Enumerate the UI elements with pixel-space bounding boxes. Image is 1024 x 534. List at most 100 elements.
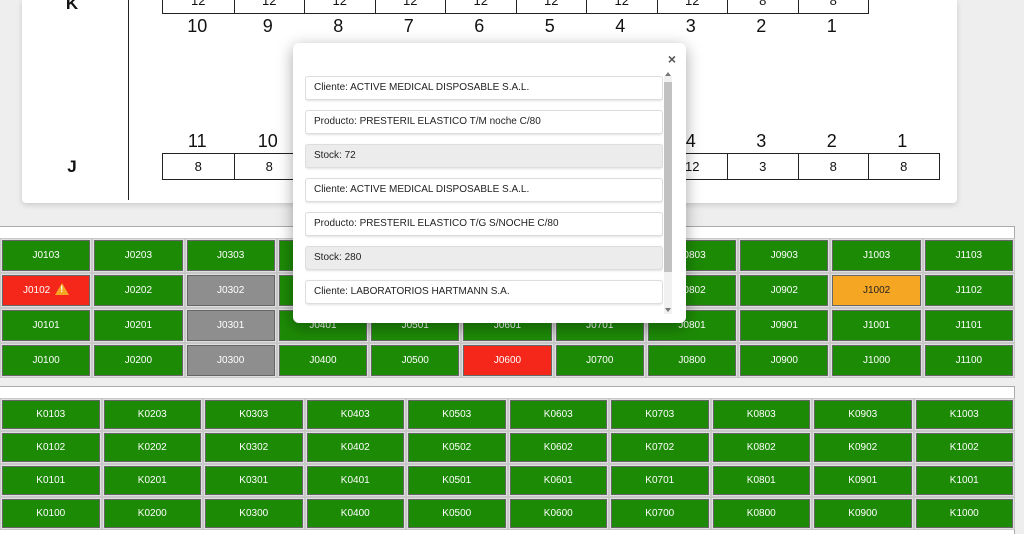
location-cell[interactable]: K0202 xyxy=(102,432,202,463)
location-cell[interactable]: K0401 xyxy=(305,465,405,496)
location-cell[interactable]: K0103 xyxy=(1,399,101,430)
location-cell[interactable]: K0603 xyxy=(508,399,608,430)
location-cell[interactable]: J1103 xyxy=(923,239,1014,272)
location-code: J0101 xyxy=(32,320,60,331)
location-cell[interactable]: J0101 xyxy=(1,309,92,342)
location-code: J0201 xyxy=(124,320,153,331)
location-cell[interactable]: K0601 xyxy=(508,465,608,496)
location-cell[interactable]: K0700 xyxy=(610,498,710,529)
location-cell[interactable]: K0903 xyxy=(813,399,913,430)
location-cell[interactable]: K0402 xyxy=(305,432,405,463)
location-cell[interactable]: J0100 xyxy=(1,344,92,377)
location-cell[interactable]: K0800 xyxy=(711,498,811,529)
location-cell[interactable]: K0100 xyxy=(1,498,101,529)
position-number: 5 xyxy=(544,16,555,36)
position-number: 11 xyxy=(187,131,207,151)
location-code: K0802 xyxy=(746,442,776,453)
location-code: K1000 xyxy=(949,508,979,519)
location-cell[interactable]: J0102 xyxy=(1,274,92,307)
location-cell[interactable]: K0803 xyxy=(711,399,811,430)
location-code: J0902 xyxy=(770,285,798,296)
position-number: 1 xyxy=(897,131,908,151)
location-cell[interactable]: J0902 xyxy=(739,274,830,307)
location-code: J1002 xyxy=(862,285,891,296)
location-cell[interactable]: J0301 xyxy=(185,309,276,342)
divider-line xyxy=(128,0,129,200)
location-cell[interactable]: J0201 xyxy=(93,309,184,342)
location-code: K0800 xyxy=(746,508,776,519)
location-cell[interactable]: K1001 xyxy=(914,465,1014,496)
modal-scrollbar[interactable] xyxy=(664,72,672,314)
location-cell[interactable]: K0702 xyxy=(610,432,710,463)
location-cell[interactable]: K0801 xyxy=(711,465,811,496)
modal-item-list: Cliente: ACTIVE MEDICAL DISPOSABLE S.A.L… xyxy=(305,76,663,313)
capacity-box: 8 xyxy=(194,159,202,174)
location-cell[interactable]: J0103 xyxy=(1,239,92,272)
location-cell[interactable]: K0503 xyxy=(407,399,507,430)
location-cell[interactable]: K0501 xyxy=(407,465,507,496)
location-cell[interactable]: K0302 xyxy=(204,432,304,463)
location-cell[interactable]: K0701 xyxy=(610,465,710,496)
location-code: K1003 xyxy=(949,409,979,420)
close-icon[interactable]: × xyxy=(668,51,676,67)
grid-panel-k: K0103 K0203 K0303 K0403 K0503 K0603 K0703 K0803… xyxy=(0,386,1015,534)
stock-detail-product: Producto: PRESTERIL ELASTICO T/G S/NOCHE… xyxy=(305,212,663,236)
location-cell[interactable]: J1102 xyxy=(923,274,1014,307)
location-cell[interactable]: K0500 xyxy=(407,498,507,529)
location-cell[interactable]: K1000 xyxy=(914,498,1014,529)
location-cell[interactable]: K0400 xyxy=(305,498,405,529)
location-cell[interactable]: K0901 xyxy=(813,465,913,496)
location-code: K0201 xyxy=(137,475,167,486)
location-cell[interactable]: K0502 xyxy=(407,432,507,463)
location-cell[interactable]: J0700 xyxy=(554,344,645,377)
location-cell[interactable]: J1001 xyxy=(831,309,922,342)
location-cell[interactable]: K0900 xyxy=(813,498,913,529)
location-cell[interactable]: K0201 xyxy=(102,465,202,496)
location-cell[interactable]: J0300 xyxy=(185,344,276,377)
capacity-box: 8 xyxy=(797,0,869,13)
location-code: J0500 xyxy=(401,355,429,366)
location-code: J0103 xyxy=(32,250,60,261)
location-cell[interactable]: K0102 xyxy=(1,432,101,463)
location-code: K0400 xyxy=(340,508,370,519)
location-cell[interactable]: K0403 xyxy=(305,399,405,430)
location-cell[interactable]: J1101 xyxy=(923,309,1014,342)
location-cell[interactable]: J0202 xyxy=(93,274,184,307)
location-cell[interactable]: K0703 xyxy=(610,399,710,430)
location-cell[interactable]: J0200 xyxy=(93,344,184,377)
capacity-box: 12 xyxy=(586,0,657,13)
location-cell[interactable]: K0200 xyxy=(102,498,202,529)
location-cell[interactable]: K0301 xyxy=(204,465,304,496)
scrollbar-thumb[interactable] xyxy=(664,82,672,272)
location-cell[interactable]: K1003 xyxy=(914,399,1014,430)
location-cell[interactable]: J1000 xyxy=(831,344,922,377)
location-code: K0701 xyxy=(645,475,675,486)
location-cell[interactable]: J0903 xyxy=(739,239,830,272)
location-cell[interactable]: J0303 xyxy=(185,239,276,272)
location-cell[interactable]: J1100 xyxy=(923,344,1014,377)
scroll-down-icon[interactable] xyxy=(665,308,671,312)
location-cell[interactable]: K0303 xyxy=(204,399,304,430)
location-cell[interactable]: K0300 xyxy=(204,498,304,529)
location-cell[interactable]: J1003 xyxy=(831,239,922,272)
location-cell[interactable]: J0400 xyxy=(277,344,369,377)
location-cell[interactable]: J0600 xyxy=(462,344,553,377)
scroll-up-icon[interactable] xyxy=(665,72,671,76)
location-cell[interactable]: J0500 xyxy=(370,344,461,377)
location-cell[interactable]: K0101 xyxy=(1,465,101,496)
location-cell[interactable]: J0901 xyxy=(739,309,830,342)
location-cell[interactable]: K0902 xyxy=(813,432,913,463)
location-cell[interactable]: J1002 xyxy=(831,274,922,307)
location-cell[interactable]: K0203 xyxy=(102,399,202,430)
location-cell[interactable]: J0203 xyxy=(93,239,184,272)
location-code: K0501 xyxy=(442,475,472,486)
location-code: J0303 xyxy=(217,250,245,261)
location-cell[interactable]: K1002 xyxy=(914,432,1014,463)
location-cell[interactable]: J0900 xyxy=(739,344,830,377)
location-cell[interactable]: K0600 xyxy=(508,498,608,529)
location-cell[interactable]: K0602 xyxy=(508,432,608,463)
location-cell[interactable]: J0302 xyxy=(185,274,276,307)
location-cell[interactable]: K0802 xyxy=(711,432,811,463)
location-cell[interactable]: J0800 xyxy=(646,344,738,377)
location-code: K0301 xyxy=(239,475,269,486)
